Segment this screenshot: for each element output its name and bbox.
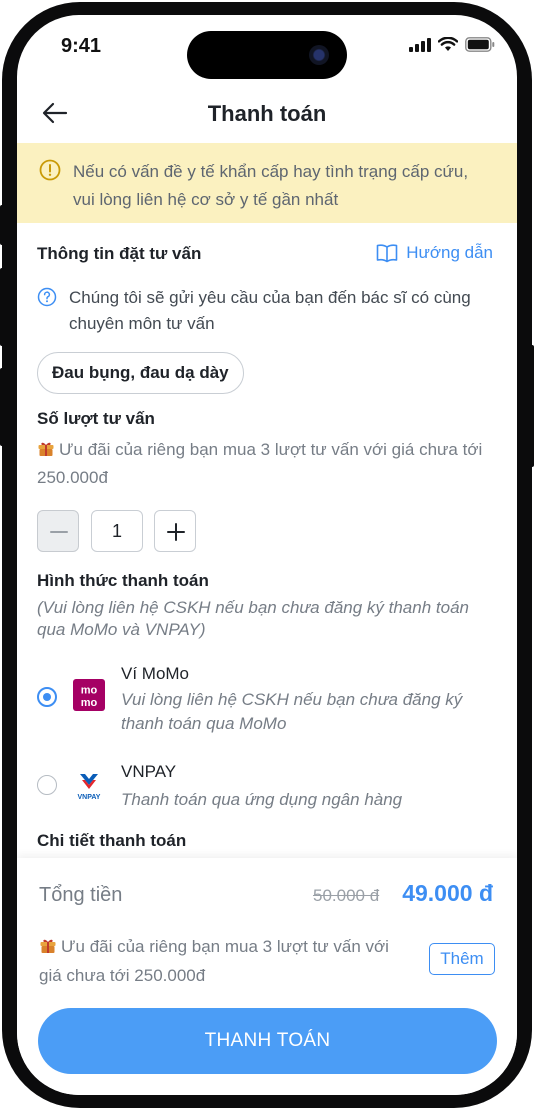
- status-bar: 9:41: [17, 15, 517, 85]
- increase-button[interactable]: [154, 510, 196, 552]
- momo-logo-icon: mo mo: [73, 679, 105, 711]
- status-time: 9:41: [61, 35, 102, 57]
- more-button[interactable]: Thêm: [429, 943, 495, 975]
- battery-icon: [465, 37, 495, 52]
- svg-text:mo: mo: [81, 697, 98, 709]
- sessions-promo-text: Ưu đãi của riêng bạn mua 3 lượt tư vấn v…: [37, 440, 483, 487]
- payment-option-momo[interactable]: mo mo Ví MoMo Vui lòng liên hệ CSKH nếu …: [37, 661, 497, 733]
- quantity-input[interactable]: 1: [91, 510, 143, 552]
- symptom-chip[interactable]: Đau bụng, đau dạ dày: [37, 352, 244, 394]
- info-text: Chúng tôi sẽ gửi yêu cầu của bạn đến bác…: [69, 288, 471, 333]
- new-price: 49.000 đ: [402, 880, 493, 906]
- pay-button[interactable]: THANH TOÁN: [38, 1008, 497, 1074]
- vnpay-desc: Thanh toán qua ứng dụng ngân hàng: [121, 790, 403, 809]
- status-icons: [409, 37, 495, 52]
- plus-icon: [167, 523, 185, 541]
- vnpay-logo-icon: VNPAY: [78, 774, 101, 801]
- momo-radio[interactable]: [37, 687, 57, 707]
- momo-desc: Vui lòng liên hệ CSKH nếu bạn chưa đăng …: [121, 690, 463, 733]
- side-button: [530, 345, 534, 467]
- minus-icon: [50, 531, 68, 533]
- header: Thanh toán: [17, 85, 517, 143]
- sessions-title: Số lượt tư vấn: [37, 409, 155, 428]
- side-button: [0, 205, 4, 245]
- payment-method-title: Hình thức thanh toán: [37, 571, 209, 590]
- payment-detail-title: Chi tiết thanh toán: [37, 831, 187, 850]
- side-button: [0, 368, 4, 446]
- emergency-alert: Nếu có vấn đề y tế khẩn cấp hay tình trạ…: [17, 143, 517, 223]
- booking-info-title: Thông tin đặt tư vấn: [37, 244, 202, 263]
- vnpay-name: VNPAY: [121, 762, 177, 781]
- alert-text: Nếu có vấn đề y tế khẩn cấp hay tình trạ…: [73, 162, 469, 209]
- momo-name: Ví MoMo: [121, 664, 190, 683]
- guide-link[interactable]: Hướng dẫn: [376, 243, 493, 263]
- app-screen: 9:41 Thanh toán Nếu có vấn đề y tế khẩn …: [17, 15, 517, 1095]
- decrease-button[interactable]: [37, 510, 79, 552]
- svg-text:mo: mo: [81, 685, 98, 697]
- help-circle-icon: [37, 287, 57, 307]
- svg-text:VNPAY: VNPAY: [78, 794, 101, 801]
- signal-icon: [409, 37, 431, 52]
- gift-icon: [40, 939, 56, 953]
- book-icon: [376, 244, 398, 263]
- page-title: Thanh toán: [207, 101, 327, 126]
- gift-icon: [38, 442, 54, 456]
- old-price: 50.000 đ: [313, 886, 380, 905]
- summary-promo-text: Ưu đãi của riêng bạn mua 3 lượt tư vấn v…: [39, 937, 389, 985]
- side-button: [0, 268, 4, 346]
- sessions-promo: Ưu đãi của riêng bạn mua 3 lượt tư vấn v…: [37, 436, 497, 492]
- guide-label: Hướng dẫn: [406, 243, 493, 262]
- total-label: Tổng tiền: [39, 884, 123, 906]
- camera-icon: [309, 45, 329, 65]
- summary-promo: Ưu đãi của riêng bạn mua 3 lượt tư vấn v…: [39, 932, 409, 990]
- dynamic-island: [187, 31, 347, 79]
- wifi-icon: [438, 37, 458, 51]
- payment-summary-panel: Tổng tiền 50.000 đ 49.000 đ Ưu đãi của r…: [17, 858, 517, 1095]
- vnpay-radio[interactable]: [37, 775, 57, 795]
- payment-option-vnpay[interactable]: VNPAY VNPAY Thanh toán qua ứng dụng ngân…: [37, 762, 497, 812]
- warning-icon: [39, 159, 61, 181]
- payment-method-note: (Vui lòng liên hệ CSKH nếu bạn chưa đăng…: [37, 598, 469, 639]
